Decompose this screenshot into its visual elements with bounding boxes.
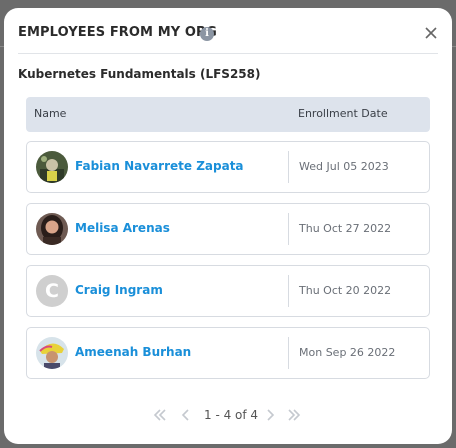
enrollment-date: Thu Oct 20 2022	[299, 284, 392, 297]
double-chevron-right-icon[interactable]	[284, 405, 304, 425]
modal-header: EMPLOYEES FROM MY ORG i	[18, 8, 438, 54]
column-header-name: Name	[34, 107, 67, 120]
close-icon[interactable]	[422, 24, 440, 42]
double-chevron-left-icon[interactable]	[150, 405, 170, 425]
employee-name-link[interactable]: Ameenah Burhan	[75, 345, 191, 359]
chevron-left-icon[interactable]	[176, 405, 196, 425]
cell-divider	[288, 213, 289, 245]
cell-divider	[288, 151, 289, 183]
table-row: Melisa Arenas Thu Oct 27 2022	[26, 203, 430, 255]
avatar-initial: C	[45, 280, 59, 302]
cell-divider	[288, 275, 289, 307]
table-row: Fabian Navarrete Zapata Wed Jul 05 2023	[26, 141, 430, 193]
avatar	[36, 213, 68, 245]
pagination-label: 1 - 4 of 4	[204, 408, 259, 422]
table-row: C Craig Ingram Thu Oct 20 2022	[26, 265, 430, 317]
employee-name-link[interactable]: Craig Ingram	[75, 283, 163, 297]
employees-modal: EMPLOYEES FROM MY ORG i Kubernetes Funda…	[4, 8, 452, 444]
course-title: Kubernetes Fundamentals (LFS258)	[18, 67, 261, 81]
cell-divider	[288, 337, 289, 369]
column-header-enrollment-date: Enrollment Date	[298, 107, 388, 120]
avatar	[36, 337, 68, 369]
employee-name-link[interactable]: Melisa Arenas	[75, 221, 170, 235]
modal-title: EMPLOYEES FROM MY ORG	[18, 25, 217, 40]
background-divider	[452, 46, 456, 47]
enrollment-date: Thu Oct 27 2022	[299, 222, 392, 235]
employee-name-link[interactable]: Fabian Navarrete Zapata	[75, 159, 244, 173]
avatar	[36, 151, 68, 183]
table-header: Name Enrollment Date	[26, 97, 430, 132]
chevron-right-icon[interactable]	[260, 405, 280, 425]
table-row: Ameenah Burhan Mon Sep 26 2022	[26, 327, 430, 379]
info-icon[interactable]: i	[200, 27, 214, 41]
enrollment-date: Mon Sep 26 2022	[299, 346, 396, 359]
enrollment-date: Wed Jul 05 2023	[299, 160, 389, 173]
avatar: C	[36, 275, 68, 307]
pagination: 1 - 4 of 4	[4, 405, 452, 425]
